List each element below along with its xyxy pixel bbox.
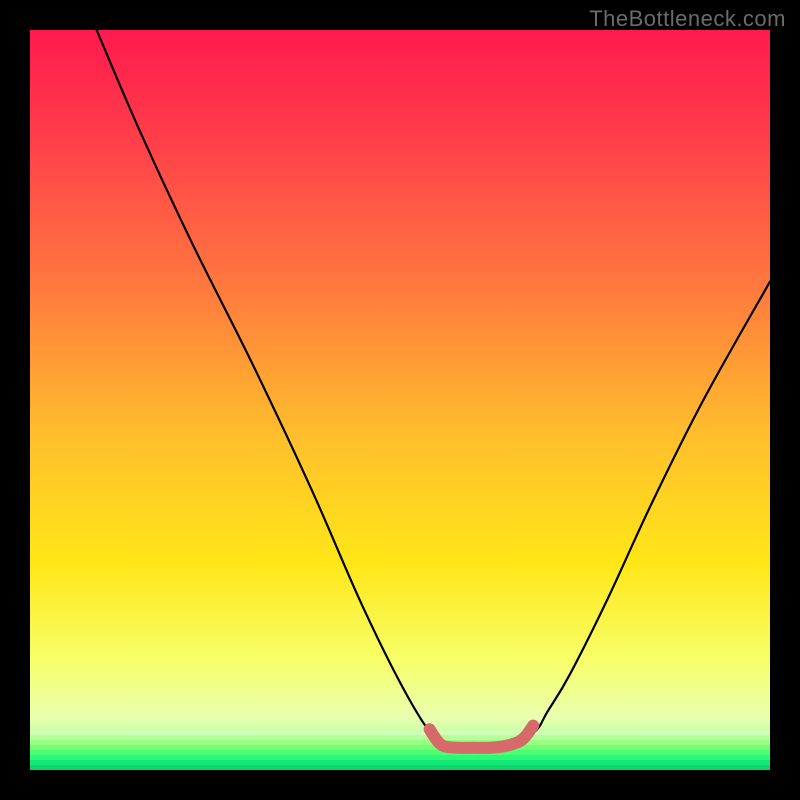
watermark-text: TheBottleneck.com (589, 6, 786, 32)
bottleneck-curve (97, 30, 770, 749)
chart-frame: TheBottleneck.com (0, 0, 800, 800)
sweet-spot-marker (430, 726, 534, 748)
plot-area (30, 30, 770, 770)
curve-layer (30, 30, 770, 770)
